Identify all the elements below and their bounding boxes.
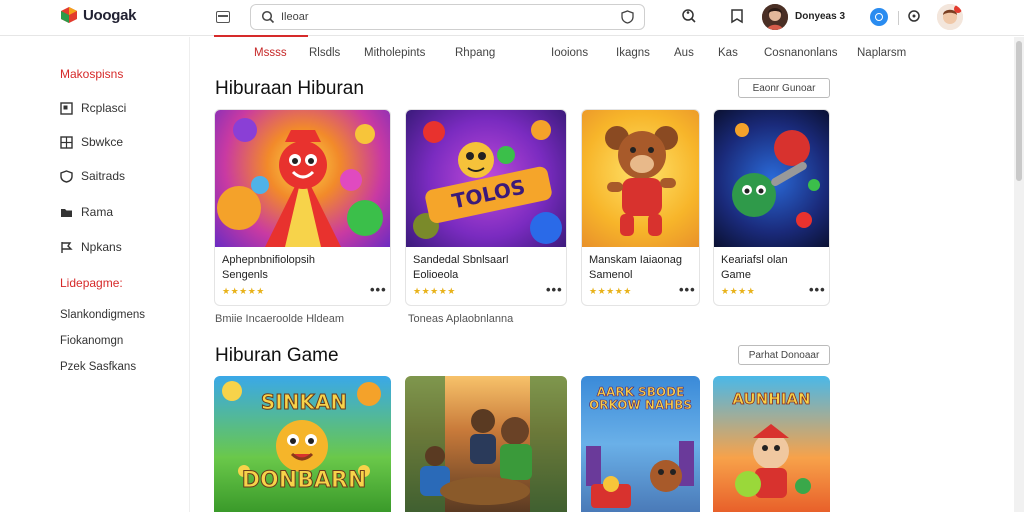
thumbnail-art: [732, 123, 820, 228]
tab-4[interactable]: Rhpang: [455, 47, 495, 59]
card-title-line1: Aphepnbnifiolopsih: [222, 254, 315, 266]
bookmark-icon[interactable]: [729, 8, 745, 24]
thumbnail-logo-text: AUNHIAN: [732, 390, 811, 409]
game-card-4[interactable]: Keariafsl olan Game ★★★★ •••: [713, 109, 830, 306]
thumbnail-art: [605, 126, 678, 236]
user-name[interactable]: Donyeas 3: [795, 11, 845, 22]
sidebar-item-1[interactable]: Rcplasci: [60, 101, 126, 115]
tab-2[interactable]: Rlsdls: [309, 47, 340, 59]
game-thumbnail-3: [582, 110, 699, 247]
game-card-3[interactable]: Manskam Iaiaonag Samenol ★★★★★ •••: [581, 109, 700, 306]
sidebar: Makospisns Rcplasci Sbwkce Saitrads Rama…: [0, 37, 190, 512]
game-thumbnail-5[interactable]: SINKAN DONBARN: [214, 376, 391, 512]
active-tab-indicator: [214, 35, 308, 37]
game-thumbnail-4: [714, 110, 829, 247]
more-icon[interactable]: •••: [809, 282, 826, 297]
avatar-image: [762, 4, 788, 30]
game-thumbnail-1: [215, 110, 390, 247]
grid-icon: [60, 135, 73, 149]
tab-1[interactable]: Mssss: [254, 47, 287, 59]
game-thumbnail-6[interactable]: [405, 376, 567, 512]
thumbnail-logo-text: SINKAN: [260, 390, 348, 415]
section-1-button[interactable]: Eaonr Gunoar: [738, 78, 830, 98]
sidebar-item-label: Saitrads: [81, 169, 126, 183]
sidebar-item-4[interactable]: Rama: [60, 205, 113, 219]
profile-avatar[interactable]: [937, 4, 963, 30]
search-icon: [261, 10, 275, 24]
sidebar-link-2[interactable]: Fiokanomgn: [60, 335, 123, 347]
rating-stars: ★★★★★: [413, 286, 456, 296]
section-1-title: Hiburaan Hiburan: [215, 78, 364, 99]
more-icon[interactable]: •••: [370, 282, 387, 297]
rating-stars: ★★★★★: [589, 286, 632, 296]
logo[interactable]: Uoogak: [60, 6, 137, 24]
thumbnail-logo-text: AARK SBODE ORKOW NAHBS: [589, 385, 693, 412]
user-avatar[interactable]: [762, 4, 788, 30]
settings-icon[interactable]: [906, 8, 922, 24]
thumbnail-art: [217, 118, 383, 247]
card-title-line1: Manskam Iaiaonag: [589, 254, 682, 266]
game-thumbnail-7[interactable]: AARK SBODE ORKOW NAHBS: [581, 376, 700, 512]
logo-icon: [61, 7, 77, 23]
tab-3[interactable]: Mitholepints: [364, 47, 425, 59]
card-title-line1: Keariafsl olan: [721, 254, 788, 266]
section-1-caption-2: Toneas Aplaobnlanna: [408, 313, 514, 325]
status-icon[interactable]: [870, 8, 888, 26]
card-title-line2: Game: [721, 269, 751, 281]
more-icon[interactable]: •••: [679, 282, 696, 297]
search-input[interactable]: [281, 11, 621, 23]
game-card-1[interactable]: Aphepnbnifiolopsih Sengenls ★★★★★ •••: [214, 109, 391, 306]
tab-8[interactable]: Kas: [718, 47, 738, 59]
shield-icon[interactable]: [621, 10, 634, 24]
sidebar-heading-1: Makospisns: [60, 67, 124, 81]
sidebar-item-3[interactable]: Saitrads: [60, 169, 125, 183]
thumbnail-art: [405, 376, 567, 512]
sidebar-item-2[interactable]: Sbwkce: [60, 135, 123, 149]
card-title-line2: Samenol: [589, 269, 633, 281]
rating-stars: ★★★★★: [222, 286, 265, 296]
rating-stars: ★★★★: [721, 286, 756, 296]
image-icon: [60, 101, 73, 115]
sidebar-item-label: Sbwkce: [81, 135, 124, 149]
folder-icon: [61, 208, 72, 217]
top-bar: Uoogak Donyeas 3: [0, 0, 1024, 36]
tab-6[interactable]: Ikagns: [616, 47, 650, 59]
section-1-caption-1: Bmiie Incaeroolde Hldeam: [215, 313, 345, 325]
sidebar-item-label: Rama: [81, 205, 114, 219]
profile-avatar-image: [937, 4, 963, 30]
flag-icon: [61, 241, 73, 253]
game-thumbnail-2: TOLOS: [406, 110, 566, 247]
tab-9[interactable]: Cosnanonlans: [764, 47, 838, 59]
card-title-line2: Sengenls: [222, 269, 268, 281]
card-title-line2: Eolioeola: [413, 269, 459, 281]
puzzle-icon[interactable]: [681, 8, 697, 24]
search-bar[interactable]: [250, 4, 645, 30]
menu-icon[interactable]: [216, 11, 230, 23]
sidebar-link-3[interactable]: Pzek Sasfkans: [60, 361, 136, 373]
thumbnail-logo-text-bottom: DONBARN: [241, 468, 367, 494]
category-tabs: Mssss Rlsdls Mitholepints Rhpang Iooions…: [190, 37, 960, 71]
tab-5[interactable]: Iooions: [551, 47, 588, 59]
tab-10[interactable]: Naplarsm: [857, 47, 906, 59]
sidebar-item-label: Rcplasci: [81, 101, 127, 115]
game-thumbnail-8[interactable]: AUNHIAN: [713, 376, 830, 512]
tab-7[interactable]: Aus: [674, 47, 694, 59]
shield-icon: [60, 169, 73, 183]
section-2-button[interactable]: Parhat Donoaar: [738, 345, 830, 365]
section-2-title: Hiburan Game: [215, 345, 339, 366]
sidebar-heading-2: Lidepagme:: [60, 276, 123, 290]
game-card-2[interactable]: TOLOS Sandedal Sbnlsaarl Eolioeola ★★★★★…: [405, 109, 567, 306]
page-scrollbar[interactable]: [1014, 37, 1024, 512]
more-icon[interactable]: •••: [546, 282, 563, 297]
sidebar-item-5[interactable]: Npkans: [60, 240, 122, 254]
scrollbar-thumb[interactable]: [1016, 41, 1022, 181]
sidebar-item-label: Npkans: [81, 240, 122, 254]
divider: [898, 11, 899, 25]
card-title-line1: Sandedal Sbnlsaarl: [413, 254, 509, 266]
logo-text: Uoogak: [83, 6, 137, 24]
sidebar-link-1[interactable]: Slankondigmens: [60, 309, 145, 321]
